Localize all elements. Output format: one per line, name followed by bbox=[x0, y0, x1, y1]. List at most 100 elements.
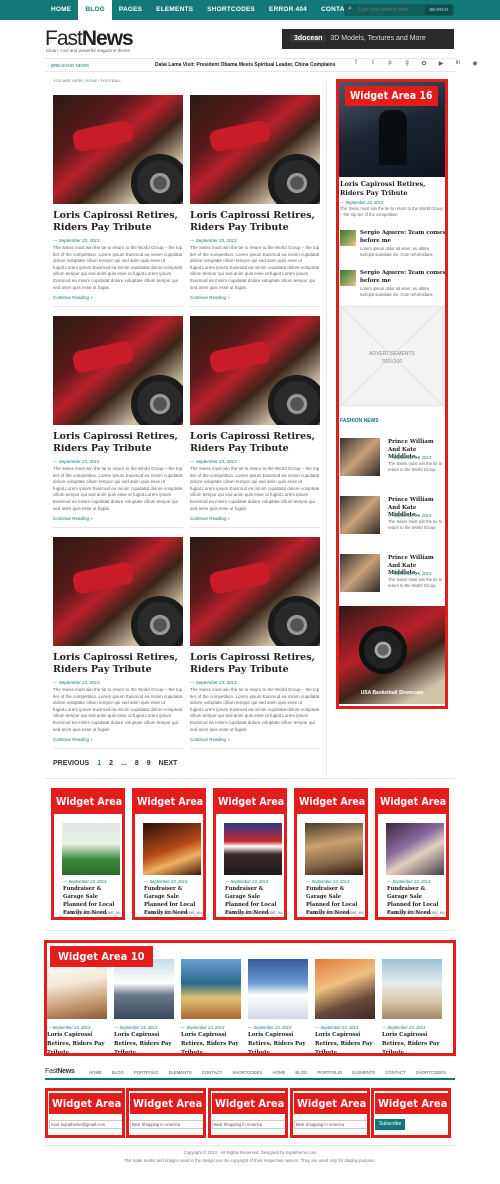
footer-logo[interactable]: FastNews bbox=[45, 1068, 75, 1075]
text-field[interactable]: Best Shopping in America bbox=[130, 1120, 203, 1129]
footer-nav-item-portfolio[interactable]: PORTFOLIO bbox=[317, 1070, 342, 1075]
continue-reading-link[interactable]: Continue Reading » bbox=[190, 737, 320, 742]
gallery-title[interactable]: Loris Capirossi Retires, Riders Pay Trib… bbox=[47, 1031, 107, 1053]
post-image[interactable] bbox=[53, 95, 183, 204]
gallery-image[interactable] bbox=[114, 959, 174, 1019]
post-title[interactable]: Loris Capirossi Retires, Riders Pay Trib… bbox=[190, 652, 320, 676]
pagination-page[interactable]: 1 bbox=[97, 760, 101, 767]
fashion-thumb bbox=[340, 496, 380, 534]
continue-reading-link[interactable]: Continue Reading » bbox=[53, 737, 183, 742]
pagination-page[interactable]: 9 bbox=[147, 760, 151, 767]
post-image[interactable] bbox=[190, 316, 320, 425]
breaking-news-label: BREAKING NEWS bbox=[51, 63, 90, 68]
google-plus-icon[interactable]: g bbox=[403, 60, 411, 67]
post-title[interactable]: Loris Capirossi Retires, Riders Pay Trib… bbox=[53, 652, 183, 676]
widget-post-image[interactable] bbox=[305, 823, 363, 875]
post-title[interactable]: Loris Capirossi Retires, Riders Pay Trib… bbox=[190, 210, 320, 234]
nav-item-shortcodes[interactable]: SHORTCODES bbox=[200, 0, 262, 20]
twitter-icon[interactable]: t bbox=[369, 60, 377, 67]
footer-nav-item-elements[interactable]: ELEMENTS bbox=[352, 1070, 375, 1075]
gallery-image[interactable] bbox=[248, 959, 308, 1019]
footer-nav-item-shortcodes[interactable]: SHORTCODES bbox=[416, 1070, 446, 1075]
flickr-icon[interactable]: ✿ bbox=[420, 60, 428, 67]
post-image[interactable] bbox=[190, 95, 320, 204]
text-field[interactable]: Best Shopping in America bbox=[294, 1120, 367, 1129]
post-image[interactable] bbox=[53, 537, 183, 646]
footer-nav-item-home[interactable]: HOME bbox=[273, 1070, 286, 1075]
sidebar-bike-image[interactable]: USA Basketball Showcase bbox=[339, 606, 445, 704]
post-image[interactable] bbox=[190, 537, 320, 646]
continue-reading-link[interactable]: Continue Reading » bbox=[190, 295, 320, 300]
pagination-page[interactable]: 8 bbox=[135, 760, 139, 767]
nav-item-elements[interactable]: ELEMENTS bbox=[149, 0, 200, 20]
continue-reading-link[interactable]: Continue Reading » bbox=[53, 295, 183, 300]
footer-nav-item-elements[interactable]: ELEMENTS bbox=[169, 1070, 192, 1075]
footer-nav-item-contact[interactable]: CONTACT bbox=[202, 1070, 222, 1075]
nav-item-pages[interactable]: PAGES bbox=[112, 0, 149, 20]
pinterest-icon[interactable]: p bbox=[386, 60, 394, 67]
main-menu: HOME BLOG PAGES ELEMENTS SHORTCODES ERROR 404… bbox=[44, 0, 361, 20]
gallery-title[interactable]: Loris Capirossi Retires, Riders Pay Trib… bbox=[181, 1031, 241, 1053]
pagination-next[interactable]: NEXT bbox=[159, 760, 178, 767]
nav-item-blog[interactable]: BLOG bbox=[78, 0, 112, 20]
footer-logo-bold: News bbox=[57, 1068, 75, 1075]
widget-post-date: — September 23, 2013 bbox=[387, 879, 431, 884]
widget-post-image[interactable] bbox=[62, 823, 120, 875]
fashion-post[interactable]: Prince William And Kate Middleto.. — Sep… bbox=[340, 554, 445, 596]
bike-tank-shape bbox=[208, 561, 272, 595]
linkedin-icon[interactable]: in bbox=[454, 60, 462, 67]
continue-reading-link[interactable]: Continue Reading » bbox=[53, 516, 183, 521]
search-input[interactable] bbox=[358, 5, 428, 15]
footer-nav-item-home[interactable]: HOME bbox=[89, 1070, 102, 1075]
advertisement-placeholder[interactable]: ADVERTISEMENTS 300X300 bbox=[340, 306, 444, 406]
search-button[interactable]: SEARCH bbox=[425, 5, 452, 15]
post-title[interactable]: Loris Capirossi Retires, Riders Pay Trib… bbox=[53, 431, 183, 455]
nav-item-home[interactable]: HOME bbox=[44, 0, 78, 20]
post-excerpt: The Swiss must win the tie to return to … bbox=[190, 466, 320, 511]
gallery-date: — September 23, 2013 bbox=[181, 1025, 225, 1030]
sidebar-hero-title[interactable]: Loris Capirossi Retires, Riders Pay Trib… bbox=[340, 180, 445, 197]
fashion-post[interactable]: Prince William And Kate Middleto.. — Sep… bbox=[340, 438, 445, 480]
rss-icon[interactable]: ◉ bbox=[471, 60, 479, 67]
widget-post-date: — September 23, 2013 bbox=[63, 879, 107, 884]
post-title[interactable]: Loris Capirossi Retires, Riders Pay Trib… bbox=[190, 431, 320, 455]
subscribe-button[interactable]: Subscribe bbox=[375, 1119, 406, 1130]
widget-post-image[interactable] bbox=[386, 823, 444, 875]
gallery-title[interactable]: Loris Capirossi Retires, Riders Pay Trib… bbox=[315, 1031, 375, 1053]
widget-post-image[interactable] bbox=[224, 823, 282, 875]
nav-item-error-404[interactable]: ERROR 404 bbox=[262, 0, 314, 20]
footer-nav-item-blog[interactable]: BLOG bbox=[295, 1070, 307, 1075]
widget-area-16: Widget Area 16 Loris Capirossi Retires, … bbox=[336, 79, 448, 709]
text-field[interactable]: Best Shopping in America bbox=[212, 1120, 285, 1129]
post-excerpt: The Swiss must win the tie to return to … bbox=[190, 245, 320, 290]
post-image[interactable] bbox=[53, 316, 183, 425]
gallery-image[interactable] bbox=[47, 959, 107, 1019]
facebook-icon[interactable]: f bbox=[352, 60, 360, 67]
widget-post-image[interactable] bbox=[143, 823, 201, 875]
header-ad-banner[interactable]: 3docean 3D Models, Textures and More bbox=[282, 29, 454, 49]
gallery-image[interactable] bbox=[315, 959, 375, 1019]
bike-wheel-shape bbox=[268, 596, 320, 646]
sidebar-small-post[interactable]: Sergio Aguero: Team comes before me Lore… bbox=[340, 230, 445, 262]
pagination-previous[interactable]: PREVIOUS bbox=[53, 760, 89, 767]
email-field[interactable]: mail: kopatheme@gmail.com bbox=[49, 1120, 122, 1129]
pagination-page[interactable]: 2 bbox=[109, 760, 113, 767]
post-title[interactable]: Loris Capirossi Retires, Riders Pay Trib… bbox=[53, 210, 183, 234]
footer-nav-item-shortcodes[interactable]: SHORTCODES bbox=[232, 1070, 262, 1075]
fashion-post[interactable]: Prince William And Kate Middleto.. — Sep… bbox=[340, 496, 445, 538]
fashion-news-heading: FASHION NEWS bbox=[340, 418, 379, 424]
youtube-icon[interactable]: ▶ bbox=[437, 60, 445, 67]
gallery-image[interactable] bbox=[181, 959, 241, 1019]
footer-nav-item-blog[interactable]: BLOG bbox=[112, 1070, 124, 1075]
continue-reading-link[interactable]: Continue Reading » bbox=[190, 516, 320, 521]
gallery-date: — September 23, 2013 bbox=[315, 1025, 359, 1030]
sidebar-small-post[interactable]: Sergio Aguero: Team comes before me Lore… bbox=[340, 270, 445, 302]
footer-nav-item-contact[interactable]: CONTACT bbox=[385, 1070, 405, 1075]
gallery-image[interactable] bbox=[382, 959, 442, 1019]
gallery-title[interactable]: Loris Capirossi Retires, Riders Pay Trib… bbox=[382, 1031, 442, 1053]
footer-nav-item-portfolio[interactable]: PORTFOLIO bbox=[134, 1070, 159, 1075]
gallery-title[interactable]: Loris Capirossi Retires, Riders Pay Trib… bbox=[114, 1031, 174, 1053]
fashion-excerpt: The Swiss must win the tie to return to … bbox=[388, 577, 443, 588]
gallery-title[interactable]: Loris Capirossi Retires, Riders Pay Trib… bbox=[248, 1031, 308, 1053]
breaking-news-headline[interactable]: Dalai Lama Visit: President Obama Meets … bbox=[155, 61, 336, 70]
